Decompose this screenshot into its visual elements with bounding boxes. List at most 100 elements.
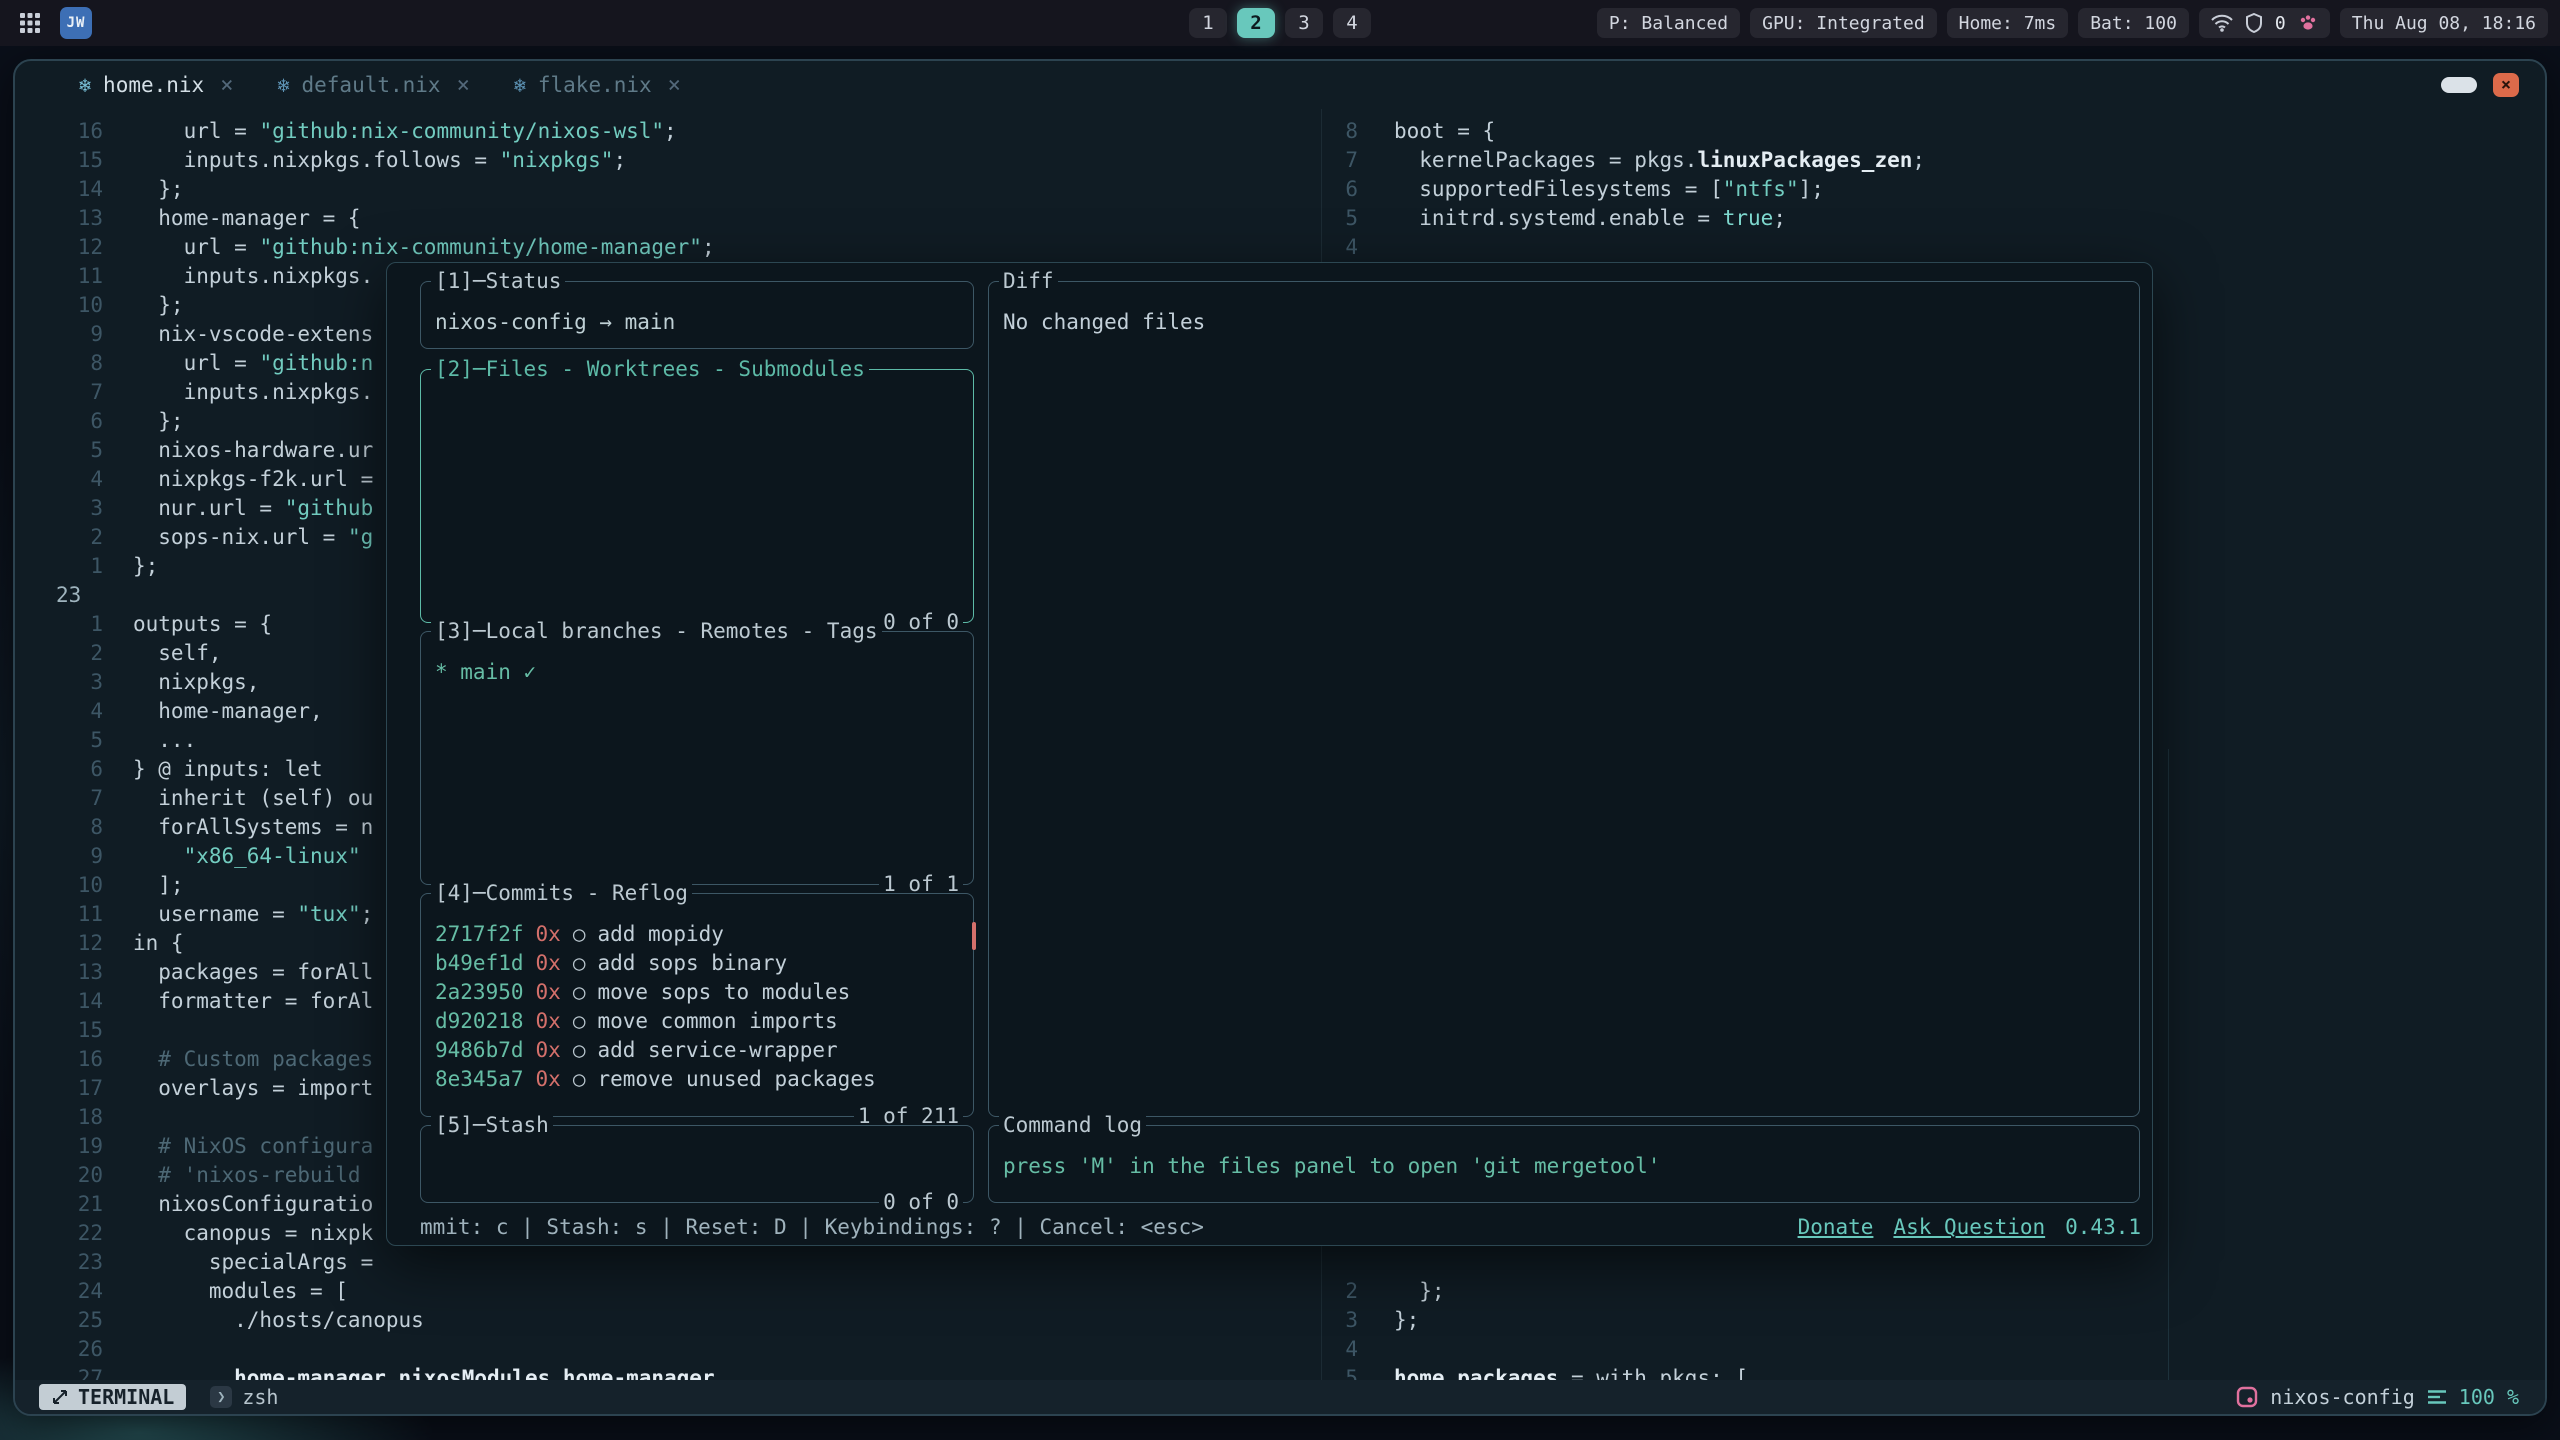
workspace-button-3[interactable]: 3 <box>1285 8 1323 38</box>
shield-icon <box>2245 13 2263 33</box>
workspace-switcher: 1234 <box>1189 0 1371 46</box>
mode-badge: TERMINAL <box>39 1384 186 1410</box>
status-chip-1[interactable]: GPU: Integrated <box>1750 8 1937 38</box>
lazygit-version: 0.43.1 <box>2065 1213 2141 1242</box>
commit-row[interactable]: 8e345a70x○remove unused packages <box>435 1065 959 1094</box>
code-line: 2 }; <box>1322 1277 2545 1306</box>
donate-link[interactable]: Donate <box>1798 1213 1874 1242</box>
lazygit-status-panel[interactable]: [1]─Status nixos-config → main <box>420 281 974 349</box>
code-line: 16 url = "github:nix-community/nixos-wsl… <box>15 117 1321 146</box>
code-line: 15 inputs.nixpkgs.follows = "nixpkgs"; <box>15 146 1321 175</box>
tray-count: 0 <box>2275 13 2286 34</box>
lazygit-stash-panel[interactable]: [5]─Stash 0 of 0 <box>420 1125 974 1203</box>
status-chip-3[interactable]: Bat: 100 <box>2078 8 2189 38</box>
panel-title-files: [2]─Files - Worktrees - Submodules <box>431 355 869 384</box>
apps-grid-glyph <box>19 12 41 34</box>
code-line: 25 ./hosts/canopus <box>15 1306 1321 1335</box>
tab-label: home.nix <box>103 73 204 97</box>
statusline-right: nixos-config 100 % <box>2236 1385 2519 1409</box>
mode-label: TERMINAL <box>78 1385 174 1409</box>
panel-title-commits: [4]─Commits - Reflog <box>431 879 692 908</box>
system-tray[interactable]: 0 <box>2199 8 2330 38</box>
tab-close-icon[interactable]: × <box>457 73 470 98</box>
code-line: 6 supportedFilesystems = ["ntfs"]; <box>1322 175 2545 204</box>
tab-home.nix[interactable]: ❄ home.nix × <box>79 73 233 98</box>
workspace-button-1[interactable]: 1 <box>1189 8 1227 38</box>
ask-question-link[interactable]: Ask Question <box>1893 1213 2045 1242</box>
code-line: 4 <box>1322 233 2545 262</box>
mode-terminal-icon <box>51 1388 69 1406</box>
code-line: 13 home-manager = { <box>15 204 1321 233</box>
code-line: 26 <box>15 1335 1321 1364</box>
shell-tab[interactable]: ❯ zsh <box>210 1385 278 1409</box>
tab-default.nix[interactable]: ❄ default.nix × <box>277 73 469 98</box>
commit-row[interactable]: 9486b7d0x○add service-wrapper <box>435 1036 959 1065</box>
commit-row[interactable]: b49ef1d0x○add sops binary <box>435 949 959 978</box>
workspace-button-4[interactable]: 4 <box>1333 8 1371 38</box>
code-line: 7 kernelPackages = pkgs.linuxPackages_ze… <box>1322 146 2545 175</box>
panel-title-diff: Diff <box>999 267 1058 296</box>
commit-row[interactable]: d9202180x○move common imports <box>435 1007 959 1036</box>
window-controls: × <box>2441 61 2519 109</box>
status-chip-0[interactable]: P: Balanced <box>1597 8 1740 38</box>
lazygit-overlay: [1]─Status nixos-config → main [2]─Files… <box>386 262 2153 1246</box>
shell-label: zsh <box>242 1385 278 1409</box>
scrollbar-thumb[interactable] <box>972 922 976 950</box>
buffer-tabbar: ❄ home.nix × ❄ default.nix × ❄ flake.nix × × <box>15 61 2545 109</box>
code-line: 5 initrd.systemd.enable = true; <box>1322 204 2545 233</box>
code-line: 24 modules = [ <box>15 1277 1321 1306</box>
lazygit-command-log-panel[interactable]: Command log press 'M' in the files panel… <box>988 1125 2140 1203</box>
command-log-text: press 'M' in the files panel to open 'gi… <box>1003 1154 1660 1178</box>
project-icon <box>2236 1386 2258 1408</box>
panel-title-status: [1]─Status <box>431 267 565 296</box>
prompt-icon: ❯ <box>210 1386 232 1408</box>
code-line: 12 url = "github:nix-community/home-mana… <box>15 233 1321 262</box>
nix-snowflake-icon: ❄ <box>79 73 91 97</box>
lazygit-diff-panel[interactable]: Diff No changed files <box>988 281 2140 1117</box>
wifi-icon <box>2211 14 2233 32</box>
panel-title-branches: [3]─Local branches - Remotes - Tags <box>431 617 882 646</box>
clock[interactable]: Thu Aug 08, 18:16 <box>2340 8 2548 38</box>
commit-list: 2717f2f0x○add mopidyb49ef1d0x○add sops b… <box>421 894 973 1094</box>
paw-icon <box>2298 13 2318 33</box>
scroll-percent: 100 % <box>2459 1385 2519 1409</box>
color-column-rule <box>2168 749 2169 1380</box>
statusline: TERMINAL ❯ zsh nixos-config 100 % <box>15 1380 2545 1414</box>
code-line: 3}; <box>1322 1306 2545 1335</box>
code-line: 27 home-manager.nixosModules.home-manage… <box>15 1364 1321 1380</box>
code-line: 5home.packages = with pkgs; [ <box>1322 1364 2545 1380</box>
nix-snowflake-icon: ❄ <box>277 73 289 97</box>
status-chip-2[interactable]: Home: 7ms <box>1947 8 2069 38</box>
top-status-bar: JW 1234 P: Balanced GPU: Integrated Home: … <box>0 0 2560 46</box>
workspace-logo-badge[interactable]: JW <box>60 7 92 39</box>
tab-flake.nix[interactable]: ❄ flake.nix × <box>514 73 681 98</box>
nix-snowflake-icon: ❄ <box>514 73 526 97</box>
panel-title-command-log: Command log <box>999 1111 1146 1140</box>
window-pill-toggle[interactable] <box>2441 77 2477 93</box>
lazygit-branches-panel[interactable]: [3]─Local branches - Remotes - Tags * ma… <box>420 631 974 885</box>
commit-row[interactable]: 2a239500x○move sops to modules <box>435 978 959 1007</box>
workspace-button-2[interactable]: 2 <box>1237 8 1275 38</box>
code-line: 23 specialArgs = <box>15 1248 1321 1277</box>
tab-label: flake.nix <box>538 73 652 97</box>
apps-grid-icon[interactable] <box>14 7 46 39</box>
lazygit-keybindings: mmit: c | Stash: s | Reset: D | Keybindi… <box>420 1213 1204 1242</box>
lines-icon <box>2427 1389 2447 1405</box>
tab-close-icon[interactable]: × <box>220 73 233 98</box>
window-close-button[interactable]: × <box>2493 73 2519 97</box>
topbar-right: P: Balanced GPU: Integrated Home: 7ms Bat: … <box>1597 8 2548 38</box>
project-name: nixos-config <box>2270 1385 2415 1409</box>
diff-empty-text: No changed files <box>1003 310 1205 334</box>
code-line: 4 <box>1322 1335 2545 1364</box>
lazygit-commits-panel[interactable]: [4]─Commits - Reflog 2717f2f0x○add mopid… <box>420 893 974 1117</box>
branch-row[interactable]: * main ✓ <box>435 658 959 687</box>
commit-row[interactable]: 2717f2f0x○add mopidy <box>435 920 959 949</box>
tab-label: default.nix <box>302 73 441 97</box>
panel-title-stash: [5]─Stash <box>431 1111 553 1140</box>
tab-close-icon[interactable]: × <box>668 73 681 98</box>
lazygit-files-panel[interactable]: [2]─Files - Worktrees - Submodules 0 of … <box>420 369 974 623</box>
repo-branch-text: nixos-config → main <box>435 310 675 334</box>
terminal-editor-window: ❄ home.nix × ❄ default.nix × ❄ flake.nix × × 16 … <box>13 59 2547 1416</box>
topbar-left: JW <box>14 7 92 39</box>
code-line: 14 }; <box>15 175 1321 204</box>
